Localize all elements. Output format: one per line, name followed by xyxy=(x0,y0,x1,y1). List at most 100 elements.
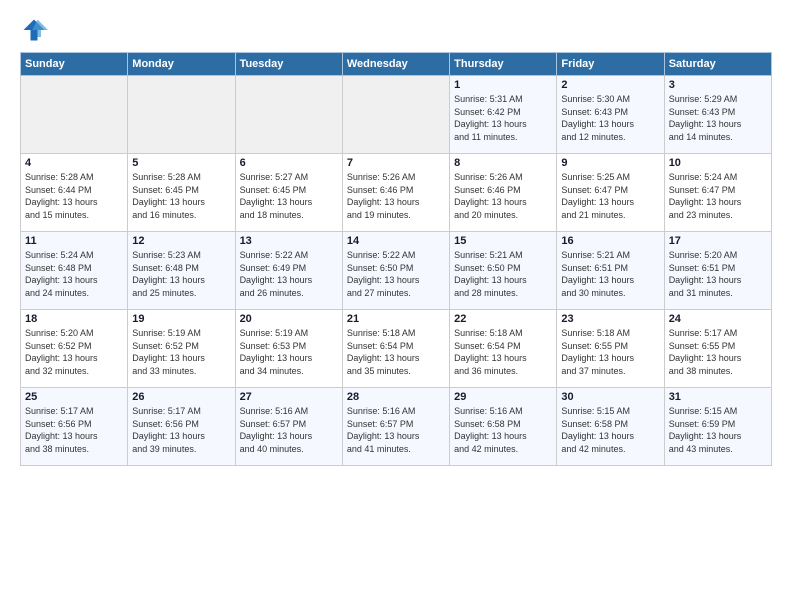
day-info: Sunrise: 5:17 AM Sunset: 6:56 PM Dayligh… xyxy=(25,405,123,455)
day-info: Sunrise: 5:18 AM Sunset: 6:54 PM Dayligh… xyxy=(454,327,552,377)
weekday-row: SundayMondayTuesdayWednesdayThursdayFrid… xyxy=(21,53,772,76)
calendar-cell: 23 Sunrise: 5:18 AM Sunset: 6:55 PM Dayli… xyxy=(557,310,664,388)
day-number: 19 xyxy=(132,313,230,325)
day-number: 7 xyxy=(347,157,445,169)
day-info: Sunrise: 5:28 AM Sunset: 6:45 PM Dayligh… xyxy=(132,171,230,221)
calendar-week-1: 1 Sunrise: 5:31 AM Sunset: 6:42 PM Daylig… xyxy=(21,76,772,154)
day-info: Sunrise: 5:25 AM Sunset: 6:47 PM Dayligh… xyxy=(561,171,659,221)
day-number: 25 xyxy=(25,391,123,403)
calendar-cell: 2 Sunrise: 5:30 AM Sunset: 6:43 PM Daylig… xyxy=(557,76,664,154)
calendar-cell: 4 Sunrise: 5:28 AM Sunset: 6:44 PM Daylig… xyxy=(21,154,128,232)
day-number: 8 xyxy=(454,157,552,169)
day-number: 21 xyxy=(347,313,445,325)
calendar-cell: 24Sunrise: 5:17 AM Sunset: 6:55 PM Dayli… xyxy=(664,310,771,388)
day-info: Sunrise: 5:24 AM Sunset: 6:47 PM Dayligh… xyxy=(669,171,767,221)
day-info: Sunrise: 5:18 AM Sunset: 6:55 PM Dayligh… xyxy=(561,327,659,377)
weekday-header-tuesday: Tuesday xyxy=(235,53,342,76)
logo xyxy=(20,16,52,44)
day-number: 17 xyxy=(669,235,767,247)
day-info: Sunrise: 5:20 AM Sunset: 6:51 PM Dayligh… xyxy=(669,249,767,299)
day-info: Sunrise: 5:21 AM Sunset: 6:50 PM Dayligh… xyxy=(454,249,552,299)
calendar-cell: 29Sunrise: 5:16 AM Sunset: 6:58 PM Dayli… xyxy=(450,388,557,466)
calendar-cell: 31Sunrise: 5:15 AM Sunset: 6:59 PM Dayli… xyxy=(664,388,771,466)
day-number: 2 xyxy=(561,79,659,91)
calendar-header: SundayMondayTuesdayWednesdayThursdayFrid… xyxy=(21,53,772,76)
calendar-cell: 27Sunrise: 5:16 AM Sunset: 6:57 PM Dayli… xyxy=(235,388,342,466)
day-info: Sunrise: 5:20 AM Sunset: 6:52 PM Dayligh… xyxy=(25,327,123,377)
calendar-cell: 17 Sunrise: 5:20 AM Sunset: 6:51 PM Dayli… xyxy=(664,232,771,310)
day-number: 28 xyxy=(347,391,445,403)
day-number: 16 xyxy=(561,235,659,247)
day-number: 5 xyxy=(132,157,230,169)
calendar-cell: 25 Sunrise: 5:17 AM Sunset: 6:56 PM Dayli… xyxy=(21,388,128,466)
weekday-header-sunday: Sunday xyxy=(21,53,128,76)
calendar-cell: 16 Sunrise: 5:21 AM Sunset: 6:51 PM Dayli… xyxy=(557,232,664,310)
calendar-week-4: 18 Sunrise: 5:20 AM Sunset: 6:52 PM Dayli… xyxy=(21,310,772,388)
day-info: Sunrise: 5:15 AM Sunset: 6:59 PM Dayligh… xyxy=(669,405,767,455)
calendar-cell: 7 Sunrise: 5:26 AM Sunset: 6:46 PM Daylig… xyxy=(342,154,449,232)
day-info: Sunrise: 5:28 AM Sunset: 6:44 PM Dayligh… xyxy=(25,171,123,221)
day-number: 23 xyxy=(561,313,659,325)
weekday-header-thursday: Thursday xyxy=(450,53,557,76)
calendar-week-5: 25 Sunrise: 5:17 AM Sunset: 6:56 PM Dayli… xyxy=(21,388,772,466)
weekday-header-saturday: Saturday xyxy=(664,53,771,76)
calendar-cell: 8 Sunrise: 5:26 AM Sunset: 6:46 PM Daylig… xyxy=(450,154,557,232)
calendar-cell xyxy=(21,76,128,154)
day-number: 4 xyxy=(25,157,123,169)
calendar-cell: 21 Sunrise: 5:18 AM Sunset: 6:54 PM Dayli… xyxy=(342,310,449,388)
calendar-cell: 18 Sunrise: 5:20 AM Sunset: 6:52 PM Dayli… xyxy=(21,310,128,388)
calendar-cell xyxy=(342,76,449,154)
calendar-cell: 12 Sunrise: 5:23 AM Sunset: 6:48 PM Dayli… xyxy=(128,232,235,310)
header xyxy=(20,16,772,44)
calendar-cell: 1 Sunrise: 5:31 AM Sunset: 6:42 PM Daylig… xyxy=(450,76,557,154)
calendar-cell xyxy=(235,76,342,154)
day-info: Sunrise: 5:21 AM Sunset: 6:51 PM Dayligh… xyxy=(561,249,659,299)
day-number: 12 xyxy=(132,235,230,247)
calendar-table: SundayMondayTuesdayWednesdayThursdayFrid… xyxy=(20,52,772,466)
day-number: 20 xyxy=(240,313,338,325)
logo-icon xyxy=(20,16,48,44)
day-info: Sunrise: 5:19 AM Sunset: 6:52 PM Dayligh… xyxy=(132,327,230,377)
day-info: Sunrise: 5:16 AM Sunset: 6:58 PM Dayligh… xyxy=(454,405,552,455)
calendar-cell: 6Sunrise: 5:27 AM Sunset: 6:45 PM Daylig… xyxy=(235,154,342,232)
day-number: 11 xyxy=(25,235,123,247)
day-number: 3 xyxy=(669,79,767,91)
day-number: 10 xyxy=(669,157,767,169)
weekday-header-wednesday: Wednesday xyxy=(342,53,449,76)
calendar-cell: 14 Sunrise: 5:22 AM Sunset: 6:50 PM Dayli… xyxy=(342,232,449,310)
calendar-cell: 5 Sunrise: 5:28 AM Sunset: 6:45 PM Daylig… xyxy=(128,154,235,232)
day-info: Sunrise: 5:30 AM Sunset: 6:43 PM Dayligh… xyxy=(561,93,659,143)
calendar-cell: 13Sunrise: 5:22 AM Sunset: 6:49 PM Dayli… xyxy=(235,232,342,310)
day-number: 27 xyxy=(240,391,338,403)
day-info: Sunrise: 5:26 AM Sunset: 6:46 PM Dayligh… xyxy=(347,171,445,221)
calendar-cell: 20Sunrise: 5:19 AM Sunset: 6:53 PM Dayli… xyxy=(235,310,342,388)
day-number: 24 xyxy=(669,313,767,325)
calendar-week-3: 11Sunrise: 5:24 AM Sunset: 6:48 PM Dayli… xyxy=(21,232,772,310)
day-number: 6 xyxy=(240,157,338,169)
day-number: 18 xyxy=(25,313,123,325)
calendar-cell: 26 Sunrise: 5:17 AM Sunset: 6:56 PM Dayli… xyxy=(128,388,235,466)
calendar-cell: 10 Sunrise: 5:24 AM Sunset: 6:47 PM Dayli… xyxy=(664,154,771,232)
calendar-cell: 19 Sunrise: 5:19 AM Sunset: 6:52 PM Dayli… xyxy=(128,310,235,388)
day-number: 15 xyxy=(454,235,552,247)
day-number: 1 xyxy=(454,79,552,91)
day-number: 13 xyxy=(240,235,338,247)
weekday-header-friday: Friday xyxy=(557,53,664,76)
day-number: 26 xyxy=(132,391,230,403)
weekday-header-monday: Monday xyxy=(128,53,235,76)
day-info: Sunrise: 5:18 AM Sunset: 6:54 PM Dayligh… xyxy=(347,327,445,377)
day-number: 9 xyxy=(561,157,659,169)
calendar-cell xyxy=(128,76,235,154)
day-info: Sunrise: 5:17 AM Sunset: 6:56 PM Dayligh… xyxy=(132,405,230,455)
day-number: 14 xyxy=(347,235,445,247)
day-info: Sunrise: 5:22 AM Sunset: 6:50 PM Dayligh… xyxy=(347,249,445,299)
calendar-cell: 15 Sunrise: 5:21 AM Sunset: 6:50 PM Dayli… xyxy=(450,232,557,310)
day-info: Sunrise: 5:31 AM Sunset: 6:42 PM Dayligh… xyxy=(454,93,552,143)
day-info: Sunrise: 5:26 AM Sunset: 6:46 PM Dayligh… xyxy=(454,171,552,221)
calendar-cell: 3Sunrise: 5:29 AM Sunset: 6:43 PM Daylig… xyxy=(664,76,771,154)
calendar-cell: 11Sunrise: 5:24 AM Sunset: 6:48 PM Dayli… xyxy=(21,232,128,310)
calendar-cell: 28 Sunrise: 5:16 AM Sunset: 6:57 PM Dayli… xyxy=(342,388,449,466)
day-info: Sunrise: 5:16 AM Sunset: 6:57 PM Dayligh… xyxy=(347,405,445,455)
day-number: 30 xyxy=(561,391,659,403)
day-info: Sunrise: 5:23 AM Sunset: 6:48 PM Dayligh… xyxy=(132,249,230,299)
